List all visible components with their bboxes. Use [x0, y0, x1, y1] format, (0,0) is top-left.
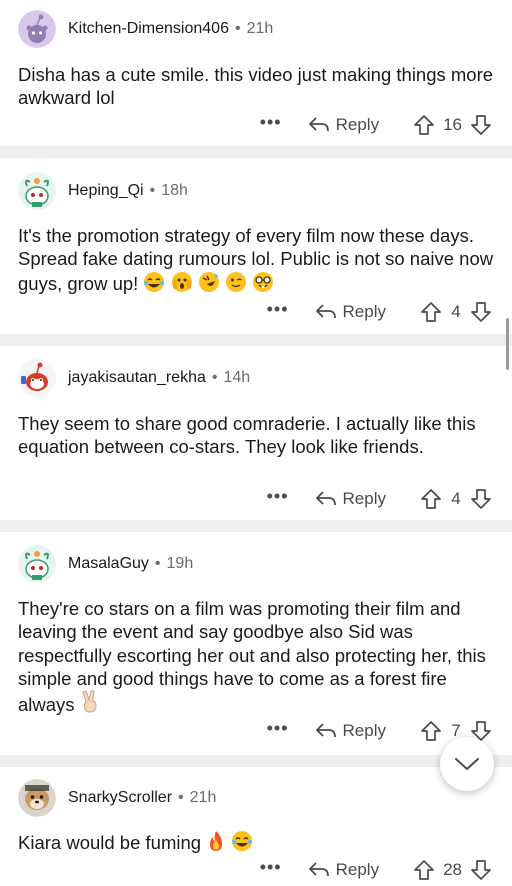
chevron-down-icon: [455, 758, 479, 770]
reply-label: Reply: [342, 721, 386, 740]
victory-hand-icon: [82, 690, 97, 713]
comment-separator: [0, 146, 512, 158]
snoo-festive-avatar[interactable]: [18, 545, 56, 583]
separator-dot: •: [178, 789, 184, 806]
comment-header: jayakisautan_rekha • 14h: [18, 359, 250, 397]
comment-header: SnarkyScroller • 21h: [18, 779, 216, 817]
comment-5: SnarkyScroller • 21h Kiara would be fumi…: [0, 767, 512, 886]
next-comment-button[interactable]: [440, 737, 494, 791]
reply-button[interactable]: Reply: [315, 721, 386, 741]
vote-controls: 4: [420, 488, 492, 510]
comment-2: Heping_Qi • 18h It's the promotion strat…: [0, 158, 512, 334]
username[interactable]: Heping_Qi: [68, 182, 144, 200]
comment-header: Heping_Qi • 18h: [18, 172, 188, 210]
upvote-icon[interactable]: [420, 301, 442, 323]
scrollbar[interactable]: [506, 318, 509, 370]
face-with-tears-of-joy-icon: [144, 271, 165, 292]
reply-button[interactable]: Reply: [315, 302, 386, 322]
timestamp: 21h: [189, 789, 217, 806]
reply-button[interactable]: Reply: [308, 115, 379, 135]
face-with-tears-of-joy-icon: [232, 831, 253, 851]
downvote-icon[interactable]: [470, 114, 492, 136]
winking-face-icon: [225, 271, 246, 292]
face-screaming-icon: [171, 271, 192, 292]
comment-body: It's the promotion strategy of every fil…: [18, 224, 498, 295]
separator-dot: •: [234, 20, 241, 37]
comment-actions: ••• Reply 28: [260, 858, 492, 881]
reply-label: Reply: [342, 489, 386, 508]
nerd-face-icon: [253, 271, 274, 292]
vote-count: 4: [451, 302, 461, 321]
comment-header: MasalaGuy • 19h: [18, 545, 193, 583]
vote-count: 16: [443, 115, 462, 134]
comment-separator: [0, 334, 512, 346]
more-options-button[interactable]: •••: [267, 300, 289, 320]
comment-meta: jayakisautan_rekha • 14h: [68, 369, 250, 387]
reply-icon: [315, 491, 336, 506]
comment-actions: ••• Reply 16: [260, 113, 492, 136]
dog-photo-avatar[interactable]: [18, 779, 56, 817]
vote-controls: 28: [413, 859, 492, 881]
timestamp: 14h: [223, 369, 251, 386]
downvote-icon[interactable]: [470, 301, 492, 323]
username[interactable]: SnarkyScroller: [68, 789, 172, 807]
username[interactable]: Kitchen-Dimension406: [68, 20, 229, 38]
vote-count: 28: [443, 860, 462, 879]
comment-header: Kitchen-Dimension406 • 21h: [18, 10, 273, 48]
comment-text: They seem to share good comraderie. I ac…: [18, 413, 476, 458]
downvote-icon[interactable]: [470, 488, 492, 510]
separator-dot: •: [154, 555, 161, 572]
timestamp: 21h: [246, 20, 274, 37]
reply-button[interactable]: Reply: [308, 860, 379, 880]
more-options-button[interactable]: •••: [267, 487, 289, 507]
more-options-button[interactable]: •••: [267, 719, 289, 739]
timestamp: 18h: [161, 182, 188, 199]
comment-actions: ••• Reply 4: [267, 300, 492, 323]
comment-4: MasalaGuy • 19h They're co stars on a fi…: [0, 532, 512, 755]
comment-separator: [0, 520, 512, 532]
comment-body: Kiara would be fuming: [18, 830, 498, 854]
comment-text: Kiara would be fuming: [18, 832, 202, 853]
upvote-icon[interactable]: [413, 114, 435, 136]
comment-text: Disha has a cute smile. this video just …: [18, 64, 494, 109]
reply-label: Reply: [335, 860, 380, 879]
rolling-on-floor-laughing-icon: [198, 271, 219, 292]
reply-label: Reply: [342, 302, 386, 321]
snoo-red-avatar[interactable]: [18, 359, 56, 397]
comment-3: jayakisautan_rekha • 14h They seem to sh…: [0, 346, 512, 520]
reply-button[interactable]: Reply: [315, 489, 386, 509]
reply-icon: [315, 723, 336, 738]
username[interactable]: MasalaGuy: [68, 555, 149, 573]
comment-meta: Kitchen-Dimension406 • 21h: [68, 20, 273, 38]
username[interactable]: jayakisautan_rekha: [68, 369, 206, 387]
vote-controls: 4: [420, 301, 492, 323]
comment-meta: SnarkyScroller • 21h: [68, 789, 216, 807]
default-snoo-avatar[interactable]: [18, 10, 56, 48]
separator-dot: •: [149, 182, 156, 199]
reply-label: Reply: [335, 115, 380, 134]
timestamp: 19h: [166, 555, 194, 572]
upvote-icon[interactable]: [413, 859, 435, 881]
comment-1: Kitchen-Dimension406 • 21h Disha has a c…: [0, 0, 512, 146]
reply-icon: [315, 304, 336, 319]
vote-controls: 16: [413, 114, 492, 136]
downvote-icon[interactable]: [470, 859, 492, 881]
reply-icon: [308, 117, 329, 132]
comment-meta: MasalaGuy • 19h: [68, 555, 193, 573]
upvote-icon[interactable]: [420, 720, 442, 742]
comment-separator: [0, 755, 512, 767]
emoji-row: [143, 271, 274, 294]
more-options-button[interactable]: •••: [260, 113, 282, 133]
reply-icon: [308, 862, 329, 877]
fire-icon: [210, 831, 223, 851]
comment-body: They're co stars on a film was promoting…: [18, 597, 498, 716]
comment-meta: Heping_Qi • 18h: [68, 182, 188, 200]
comment-actions: ••• Reply 4: [267, 487, 492, 510]
vote-count: 4: [451, 489, 461, 508]
more-options-button[interactable]: •••: [260, 858, 282, 878]
upvote-icon[interactable]: [420, 488, 442, 510]
separator-dot: •: [211, 369, 218, 386]
snoo-festive-avatar[interactable]: [18, 172, 56, 210]
